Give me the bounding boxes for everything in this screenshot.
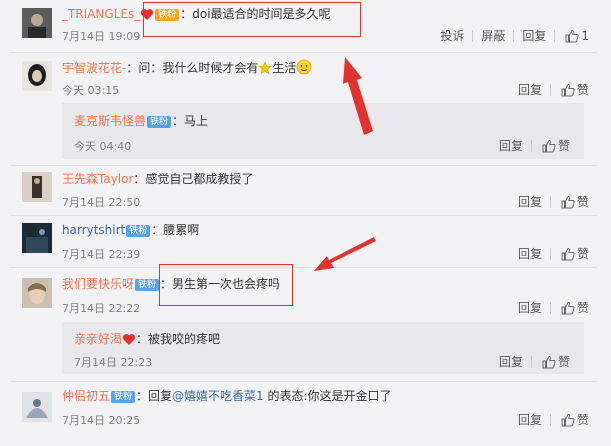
reply-link[interactable]: 回复 [514,27,554,44]
username[interactable]: 我们要快乐呀 [62,277,134,291]
fan-badge: 铁粉 [126,225,151,237]
like-button[interactable]: 赞 [532,137,570,154]
block-link[interactable]: 屏蔽 [473,27,513,44]
comment-text: ：腰累啊 [151,223,200,237]
reply-actions: 回复 赞 [491,137,570,154]
reply-body: 亲亲好渴 ：被我咬的疼吧 [74,331,220,350]
like-label: 赞 [576,83,589,97]
reply-link[interactable]: 回复 [510,193,550,210]
avatar[interactable] [22,223,52,253]
thumbs-up-icon [561,83,575,96]
reply-link[interactable]: 回复 [491,137,531,154]
username[interactable]: 亲亲好渴 [74,332,122,346]
comment-time: 7月14日 22:50 [62,196,141,209]
like-button[interactable]: 赞 [551,411,589,428]
highlight-box [143,2,361,37]
comment-actions: 回复 赞 [510,411,589,428]
star-icon [258,61,273,79]
comment-actions: 回复 赞 [510,245,589,262]
like-label: 赞 [576,195,589,209]
fan-heart-icon [122,333,136,350]
like-label: 赞 [576,301,589,315]
like-label: 赞 [576,247,589,261]
comment-time: 7月14日 19:09 [62,30,141,43]
avatar[interactable] [22,8,52,38]
reply-time: 7月14日 22:23 [74,356,153,369]
fan-badge: 铁粉 [135,279,160,291]
like-button[interactable]: 1 [555,29,589,43]
reply-link[interactable]: 回复 [510,411,550,428]
username[interactable]: 麦克斯韦怪兽 [74,114,146,128]
reply-body: 麦克斯韦怪兽 铁粉 ：马上 [74,113,208,129]
comment-item: 仲侣初五 铁粉 ：回复@嬉嬉不吃香菜1 的表态:你这是开金口了 7月14日 20:2… [0,382,611,446]
comment-text: ：问：我什么时候才会有 [126,61,259,75]
comment-body: 宇智波花花-：问：我什么时候才会有 生活 [62,59,312,79]
report-link[interactable]: 投诉 [432,27,472,44]
highlight-box [159,264,293,306]
comment-text: ：感觉自己都成教授了 [133,172,254,186]
comment-text: 的表态:你这是开金口了 [263,389,392,403]
fan-badge: 铁粉 [147,116,172,128]
comment-time: 7月14日 22:39 [62,248,141,261]
username[interactable]: 王先森Taylor [62,172,133,186]
like-button[interactable]: 赞 [551,193,589,210]
fan-badge: 铁粉 [111,391,136,403]
reply-link[interactable]: 回复 [491,353,531,370]
like-button[interactable]: 赞 [551,81,589,98]
thumbs-up-icon [561,247,575,260]
comment-actions: 回复 赞 [510,193,589,210]
comment-item: 我们要快乐呀 铁粉 ：男生第一次也会疼吗 7月14日 22:22 回复 赞 亲亲好渴… [0,268,611,381]
username[interactable]: 仲侣初五 [62,389,110,403]
like-label: 赞 [576,413,589,427]
comment-actions: 回复 赞 [510,81,589,98]
avatar[interactable] [22,278,52,308]
username[interactable]: 宇智波花花- [62,61,126,75]
reply-text: ：马上 [172,114,209,128]
comment-body: 王先森Taylor：感觉自己都成教授了 [62,171,253,187]
avatar[interactable] [22,392,52,422]
like-button[interactable]: 赞 [551,245,589,262]
like-button[interactable]: 赞 [551,299,589,316]
like-label: 赞 [557,355,570,369]
thumbs-up-icon [565,29,579,42]
emoji-face-icon [296,59,312,79]
reply-box: 亲亲好渴 ：被我咬的疼吧 7月14日 22:23 回复 赞 [62,322,584,374]
reply-actions: 回复 赞 [491,353,570,370]
reply-text: ：被我咬的疼吧 [136,332,221,346]
reply-box: 麦克斯韦怪兽 铁粉 ：马上 今天 04:40 回复 赞 [62,103,584,159]
comment-text: ：回复 [136,389,173,403]
username[interactable]: harrytshirt [62,223,125,237]
comment-body: harrytshirt 铁粉 ：腰累啊 [62,222,199,238]
thumbs-up-icon [561,413,575,426]
reply-link[interactable]: 回复 [510,245,550,262]
comment-item: harrytshirt 铁粉 ：腰累啊 7月14日 22:39 回复 赞 [0,216,611,266]
mention-link[interactable]: @嬉嬉不吃香菜1 [172,389,264,403]
thumbs-up-icon [561,195,575,208]
comment-time: 7月14日 22:22 [62,302,141,315]
comment-time: 今天 03:15 [62,84,120,97]
reply-link[interactable]: 回复 [510,299,550,316]
comment-item: 王先森Taylor：感觉自己都成教授了 7月14日 22:50 回复 赞 [0,166,611,214]
comment-text: 生活 [272,61,297,75]
comment-body: 仲侣初五 铁粉 ：回复@嬉嬉不吃香菜1 的表态:你这是开金口了 [62,388,392,404]
thumbs-up-icon [542,355,556,368]
comment-time: 7月14日 20:25 [62,414,141,427]
comment-actions: 回复 赞 [510,299,589,316]
like-label: 赞 [557,139,570,153]
like-button[interactable]: 赞 [532,353,570,370]
reply-time: 今天 04:40 [74,140,132,153]
like-count: 1 [581,28,589,43]
avatar[interactable] [22,172,52,202]
thumbs-up-icon [542,139,556,152]
comment-actions: 投诉 屏蔽 回复 1 [432,27,589,44]
username[interactable]: _TRIANGLEs_ [62,7,140,21]
avatar[interactable] [22,61,52,91]
reply-link[interactable]: 回复 [510,81,550,98]
comment-item: 宇智波花花-：问：我什么时候才会有 生活 今天 03:15 回复 赞 麦克斯韦怪兽… [0,53,611,170]
thumbs-up-icon [561,301,575,314]
